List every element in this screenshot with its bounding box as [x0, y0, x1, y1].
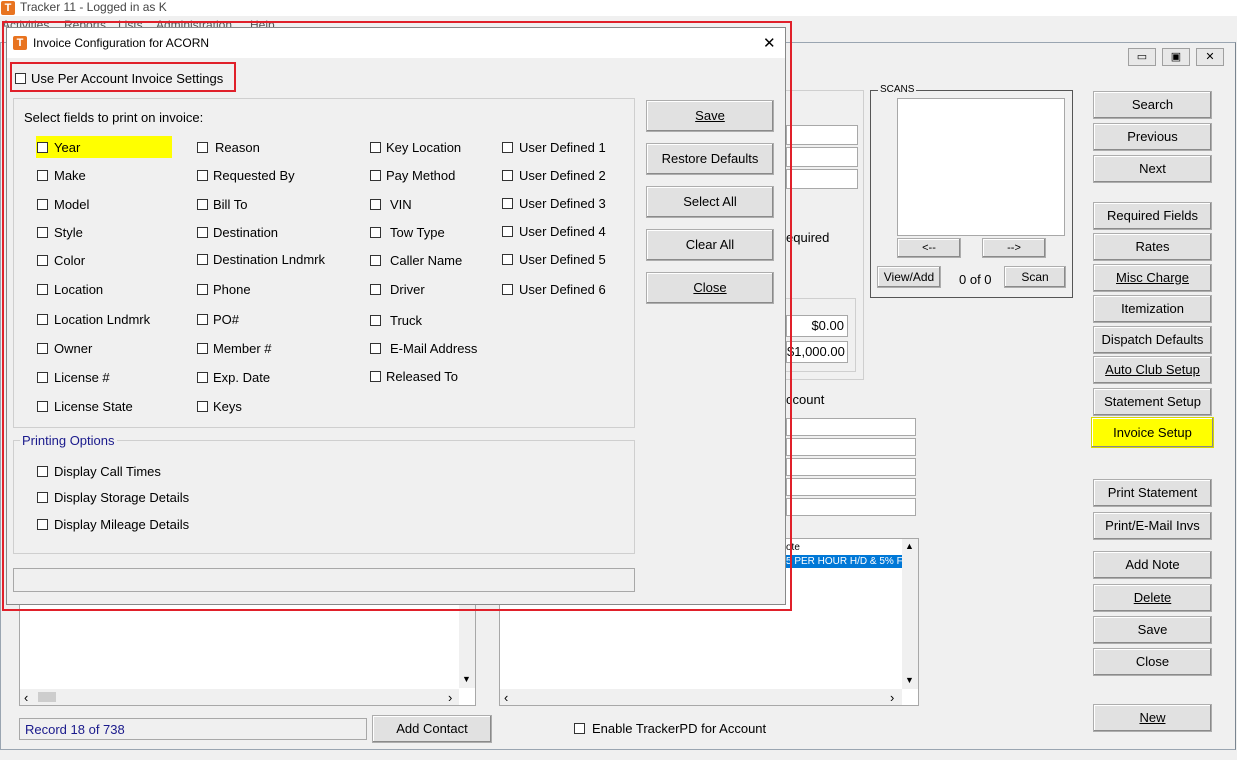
add-note-button[interactable]: Add Note — [1093, 551, 1212, 579]
note-row-selected[interactable]: 5 PER HOUR H/D & 5% FSC — [786, 555, 902, 568]
tracker-app-icon: T — [1, 1, 15, 15]
scroll-thumb[interactable] — [38, 692, 56, 702]
checkbox-annotation-box — [10, 62, 236, 92]
notes-vscroll[interactable]: ▲ ▼ — [902, 539, 918, 689]
scans-title: SCANS — [878, 84, 917, 95]
view-add-button[interactable]: View/Add — [877, 266, 941, 288]
close-window-button[interactable]: ✕ — [1196, 48, 1224, 66]
amount-field-1[interactable]: $0.00 — [786, 315, 848, 337]
minimize-button[interactable]: ▭ — [1128, 48, 1156, 66]
chevron-down-icon[interactable]: ▼ — [905, 675, 914, 685]
required-text: equired — [786, 230, 830, 245]
rates-button[interactable]: Rates — [1093, 233, 1212, 261]
acct-field-5[interactable] — [786, 498, 916, 516]
delete-button[interactable]: Delete — [1093, 584, 1212, 612]
acct-field-1[interactable] — [786, 418, 916, 436]
scan-count: 0 of 0 — [959, 272, 992, 287]
trackerpd-label: Enable TrackerPD for Account — [592, 721, 767, 736]
acct-field-4[interactable] — [786, 478, 916, 496]
amount-field-2[interactable]: $1,000.00 — [786, 341, 848, 363]
field-3[interactable] — [786, 169, 858, 189]
chevron-right-icon[interactable]: › — [448, 690, 452, 705]
chevron-right-icon[interactable]: › — [890, 690, 894, 705]
close-main-button[interactable]: Close — [1093, 648, 1212, 676]
record-status: Record 18 of 738 — [19, 718, 367, 740]
dispatch-defaults-button[interactable]: Dispatch Defaults — [1093, 326, 1212, 354]
next-button[interactable]: Next — [1093, 155, 1212, 183]
chevron-left-icon[interactable]: ‹ — [24, 690, 28, 705]
search-button[interactable]: Search — [1093, 91, 1212, 119]
prev-scan-button[interactable]: <-- — [897, 238, 961, 258]
contacts-vscroll[interactable]: ▼ — [459, 600, 475, 688]
record-count: Record 18 of 738 — [25, 722, 125, 737]
maximize-button[interactable]: ▣ — [1162, 48, 1190, 66]
trackerpd-checkbox[interactable] — [574, 723, 585, 734]
misc-charge-button[interactable]: Misc Charge — [1093, 264, 1212, 292]
contacts-hscroll[interactable]: ‹ › — [20, 689, 459, 705]
notes-hscroll[interactable]: ‹ › — [500, 689, 902, 705]
dialog-annotation-box — [2, 21, 792, 611]
auto-club-setup-button[interactable]: Auto Club Setup — [1093, 356, 1212, 384]
statement-setup-button[interactable]: Statement Setup — [1093, 388, 1212, 416]
acct-field-3[interactable] — [786, 458, 916, 476]
itemization-button[interactable]: Itemization — [1093, 295, 1212, 323]
field-1[interactable] — [786, 125, 858, 145]
required-fields-button[interactable]: Required Fields — [1093, 202, 1212, 230]
field-2[interactable] — [786, 147, 858, 167]
chevron-down-icon[interactable]: ▼ — [462, 674, 471, 684]
add-contact-button[interactable]: Add Contact — [372, 715, 492, 743]
app-title-bar: T Tracker 11 - Logged in as K — [0, 0, 1237, 16]
next-scan-button[interactable]: --> — [982, 238, 1046, 258]
app-title: Tracker 11 - Logged in as K — [20, 0, 167, 14]
acct-field-2[interactable] — [786, 438, 916, 456]
save-main-button[interactable]: Save — [1093, 616, 1212, 644]
scan-preview — [897, 98, 1065, 236]
scan-button[interactable]: Scan — [1004, 266, 1066, 288]
previous-button[interactable]: Previous — [1093, 123, 1212, 151]
print-statement-button[interactable]: Print Statement — [1093, 479, 1212, 507]
print-email-invs-button[interactable]: Print/E-Mail Invs — [1093, 512, 1212, 540]
chevron-up-icon[interactable]: ▲ — [905, 541, 914, 551]
invoice-setup-button[interactable]: Invoice Setup — [1091, 417, 1214, 448]
new-button[interactable]: New — [1093, 704, 1212, 732]
chevron-left-icon[interactable]: ‹ — [504, 690, 508, 705]
